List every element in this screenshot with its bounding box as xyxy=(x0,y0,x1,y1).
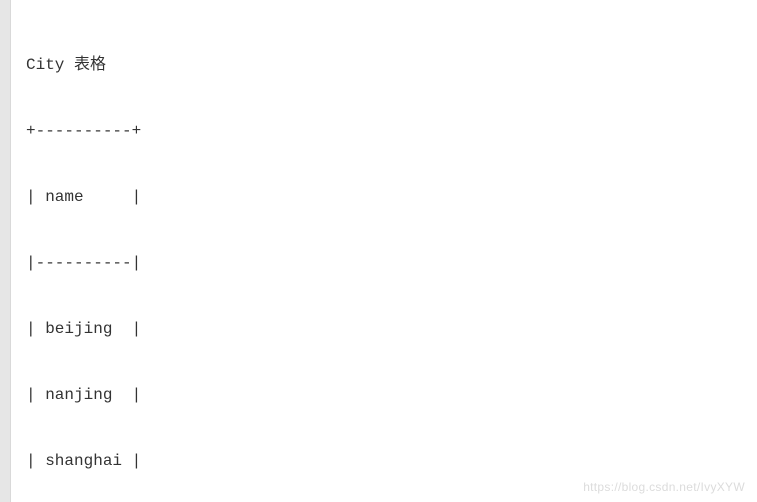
table-row: | shanghai | xyxy=(26,450,757,472)
table-row: | nanjing | xyxy=(26,384,757,406)
code-block: City 表格 +----------+ | name | |---------… xyxy=(8,10,757,502)
table-title: City 表格 xyxy=(26,54,757,76)
code-container: City 表格 +----------+ | name | |---------… xyxy=(0,0,757,502)
watermark-text: https://blog.csdn.net/IvyXYW xyxy=(583,476,745,498)
table-col-header: | name | xyxy=(26,186,757,208)
table-col-sep: |----------| xyxy=(26,252,757,274)
table-border-top: +----------+ xyxy=(26,120,757,142)
table-row: | beijing | xyxy=(26,318,757,340)
